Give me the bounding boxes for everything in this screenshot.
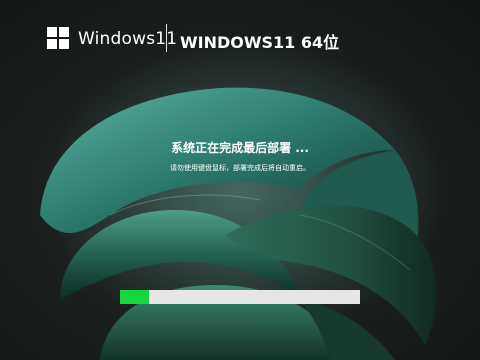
edition-title: WINDOWS11 64位 (180, 33, 340, 52)
brand-name: Windows11 (78, 29, 178, 49)
status-hint: 请勿使用键盘鼠标，部署完成后将自动重启。 (170, 164, 310, 172)
windows-logo-icon (47, 27, 69, 49)
progress-bar (120, 290, 360, 304)
status-message: 系统正在完成最后部署 ... (171, 141, 309, 155)
progress-fill (120, 290, 149, 304)
header-divider (166, 24, 167, 52)
setup-screen: Windows11 WINDOWS11 64位 系统正在完成最后部署 ... 请… (0, 0, 480, 360)
brand-header: Windows11 WINDOWS11 64位 (0, 0, 480, 76)
